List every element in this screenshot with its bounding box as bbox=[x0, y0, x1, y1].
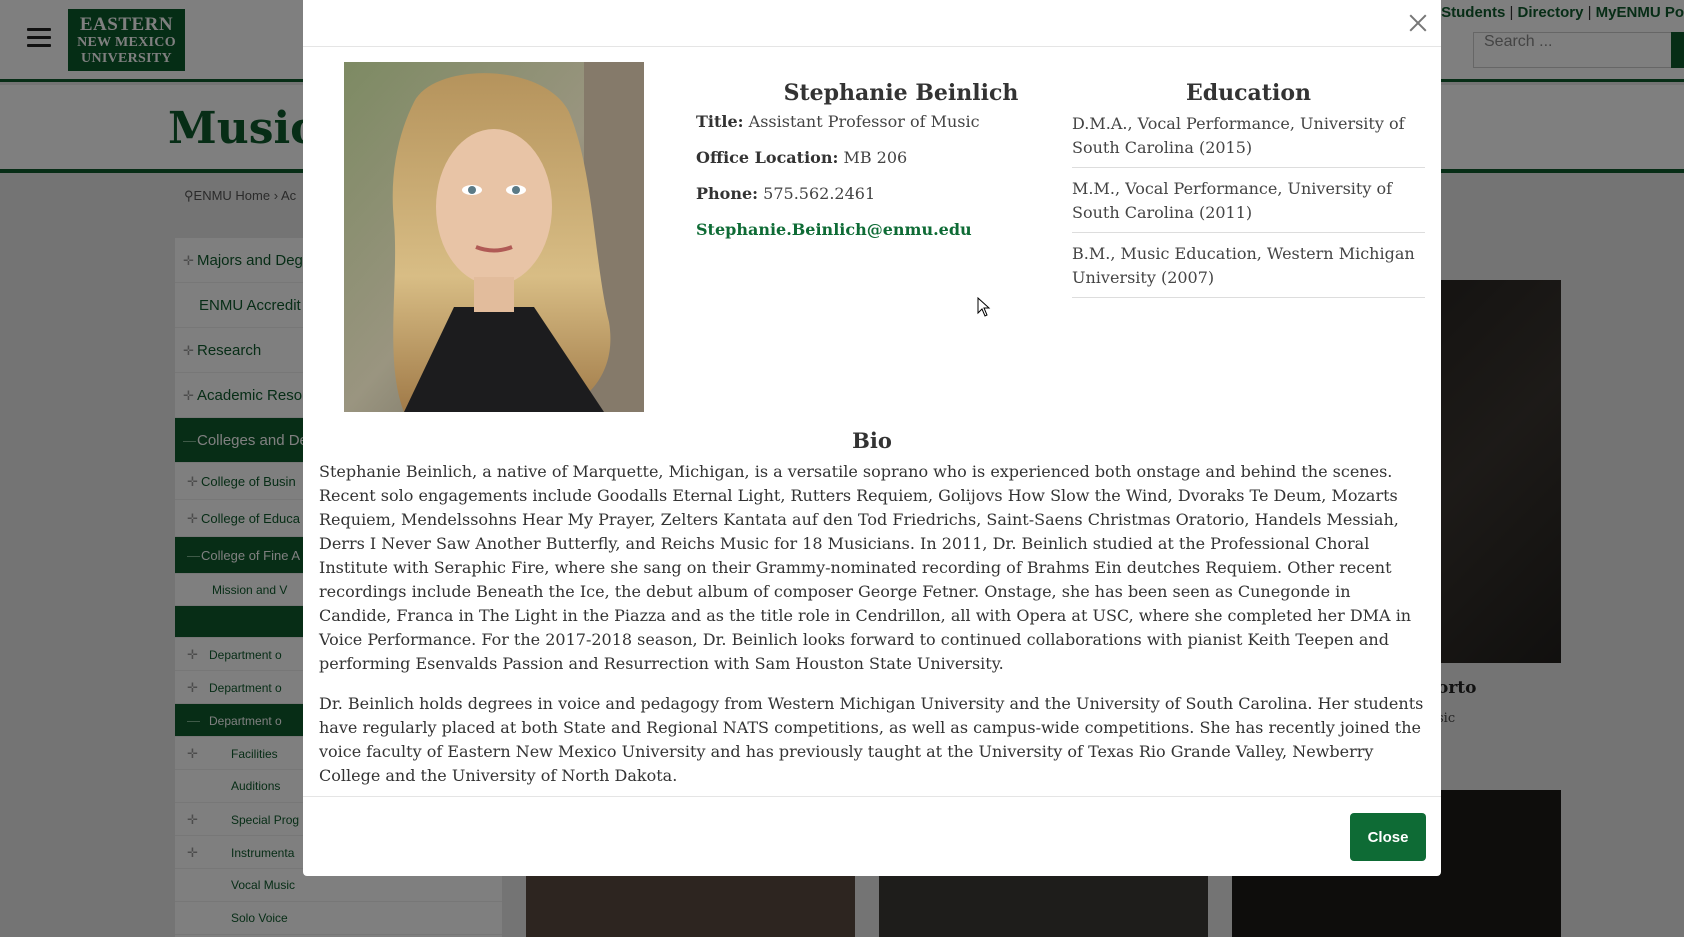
bio-heading: Bio bbox=[852, 428, 892, 453]
portrait-image bbox=[344, 62, 644, 412]
title-field: Title: Assistant Professor of Music bbox=[696, 112, 980, 131]
bio-text: Stephanie Beinlich, a native of Marquett… bbox=[319, 460, 1425, 804]
education-heading: Education bbox=[1186, 80, 1311, 106]
faculty-modal: Stephanie Beinlich Title: Assistant Prof… bbox=[303, 0, 1441, 876]
education-item: D.M.A., Vocal Performance, University of… bbox=[1072, 112, 1425, 168]
office-field: Office Location: MB 206 bbox=[696, 148, 908, 167]
faculty-portrait bbox=[344, 62, 644, 412]
faculty-name-heading: Stephanie Beinlich bbox=[783, 80, 1019, 106]
faculty-info: Stephanie Beinlich Title: Assistant Prof… bbox=[696, 80, 1086, 239]
education-item: B.M., Music Education, Western Michigan … bbox=[1072, 242, 1425, 298]
mouse-cursor-icon bbox=[977, 297, 991, 317]
education-item: M.M., Vocal Performance, University of S… bbox=[1072, 177, 1425, 233]
close-icon[interactable] bbox=[1405, 10, 1431, 36]
email-link[interactable]: Stephanie.Beinlich@enmu.edu bbox=[696, 220, 1086, 239]
modal-header bbox=[303, 0, 1441, 47]
bio-paragraph: Stephanie Beinlich, a native of Marquett… bbox=[319, 462, 1412, 673]
close-button[interactable]: Close bbox=[1350, 813, 1426, 861]
phone-field: Phone: 575.562.2461 bbox=[696, 184, 876, 203]
education-section: Education D.M.A., Vocal Performance, Uni… bbox=[1072, 80, 1425, 307]
bio-paragraph: Dr. Beinlich holds degrees in voice and … bbox=[319, 694, 1424, 785]
modal-footer: Close bbox=[303, 796, 1441, 876]
